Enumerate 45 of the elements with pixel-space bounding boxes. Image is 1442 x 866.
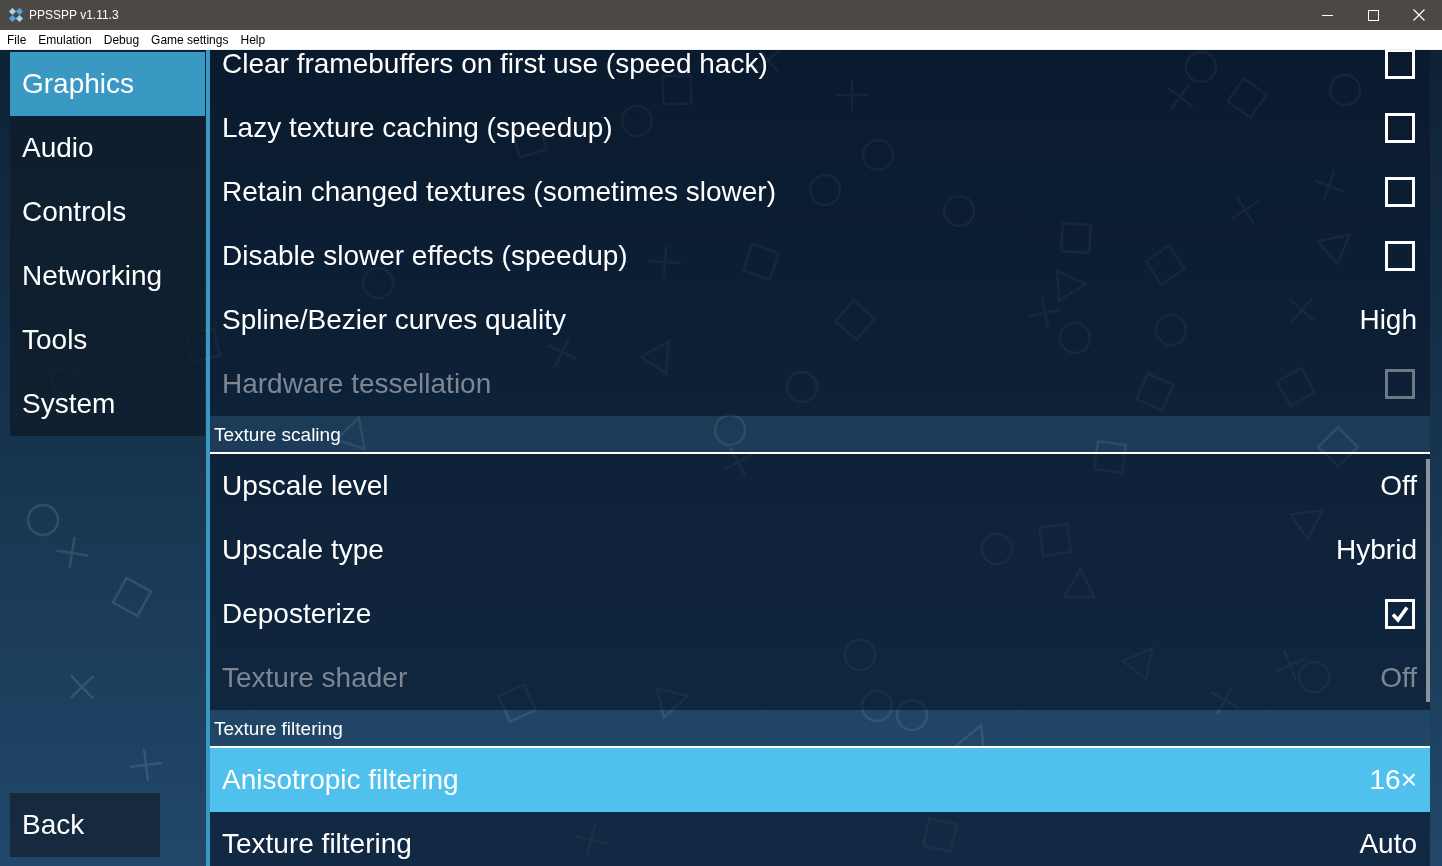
setting-value: Hybrid — [1336, 536, 1417, 564]
sidebar-tab[interactable]: Networking — [10, 244, 205, 308]
setting-label: Upscale level — [222, 472, 389, 500]
setting-value: High — [1359, 306, 1417, 334]
setting-label: Texture filtering — [222, 830, 412, 858]
setting-row[interactable]: Texture filtering Auto — [210, 812, 1430, 866]
maximize-icon — [1367, 9, 1379, 21]
menu-item[interactable]: Emulation — [32, 33, 98, 46]
menu-item[interactable]: Debug — [97, 33, 146, 46]
scrollbar[interactable] — [1426, 459, 1430, 702]
minimize-icon — [1321, 14, 1333, 16]
setting-label: Lazy texture caching (speedup) — [222, 114, 613, 142]
window-title: PPSSPP v1.11.3 — [29, 7, 119, 24]
setting-label: Anisotropic filtering — [222, 766, 459, 794]
setting-value: Off — [1380, 664, 1417, 692]
setting-row[interactable]: Spline/Bezier curves quality High — [210, 288, 1430, 352]
setting-label: Clear framebuffers on first use (speed hack) — [222, 50, 768, 78]
setting-value: Off — [1380, 472, 1417, 500]
menu-item[interactable]: File — [1, 33, 33, 46]
setting-label: Texture shader — [222, 664, 408, 692]
sidebar-tab[interactable]: Tools — [10, 308, 205, 372]
setting-label: Upscale type — [222, 536, 384, 564]
setting-value: 16× — [1369, 766, 1417, 794]
setting-value: Auto — [1359, 830, 1417, 858]
app-icon — [8, 8, 24, 22]
setting-label: Spline/Bezier curves quality — [222, 306, 566, 334]
section-header: Texture filtering — [210, 710, 1430, 748]
setting-row[interactable]: Disable slower effects (speedup) — [210, 224, 1430, 288]
sidebar-tab[interactable]: System — [10, 372, 205, 436]
setting-label: Retain changed textures (sometimes slower) — [222, 178, 776, 206]
menu-item[interactable]: Game settings — [145, 33, 235, 46]
menu-item[interactable]: Help — [234, 33, 272, 46]
setting-label: Deposterize — [222, 600, 372, 628]
setting-label: Disable slower effects (speedup) — [222, 242, 628, 270]
setting-label: Hardware tessellation — [222, 370, 492, 398]
back-button[interactable]: Back — [10, 793, 160, 857]
setting-row[interactable]: Retain changed textures (sometimes slower) — [210, 160, 1430, 224]
sidebar-tab[interactable]: Controls — [10, 180, 205, 244]
checkmark-icon — [1391, 605, 1409, 623]
setting-row[interactable]: Clear framebuffers on first use (speed hack) — [210, 50, 1430, 96]
section-header: Texture scaling — [210, 416, 1430, 454]
setting-row[interactable]: Upscale level Off — [210, 454, 1430, 518]
setting-row[interactable]: Lazy texture caching (speedup) — [210, 96, 1430, 160]
close-icon — [1413, 9, 1425, 21]
sidebar-tab[interactable]: Audio — [10, 116, 205, 180]
